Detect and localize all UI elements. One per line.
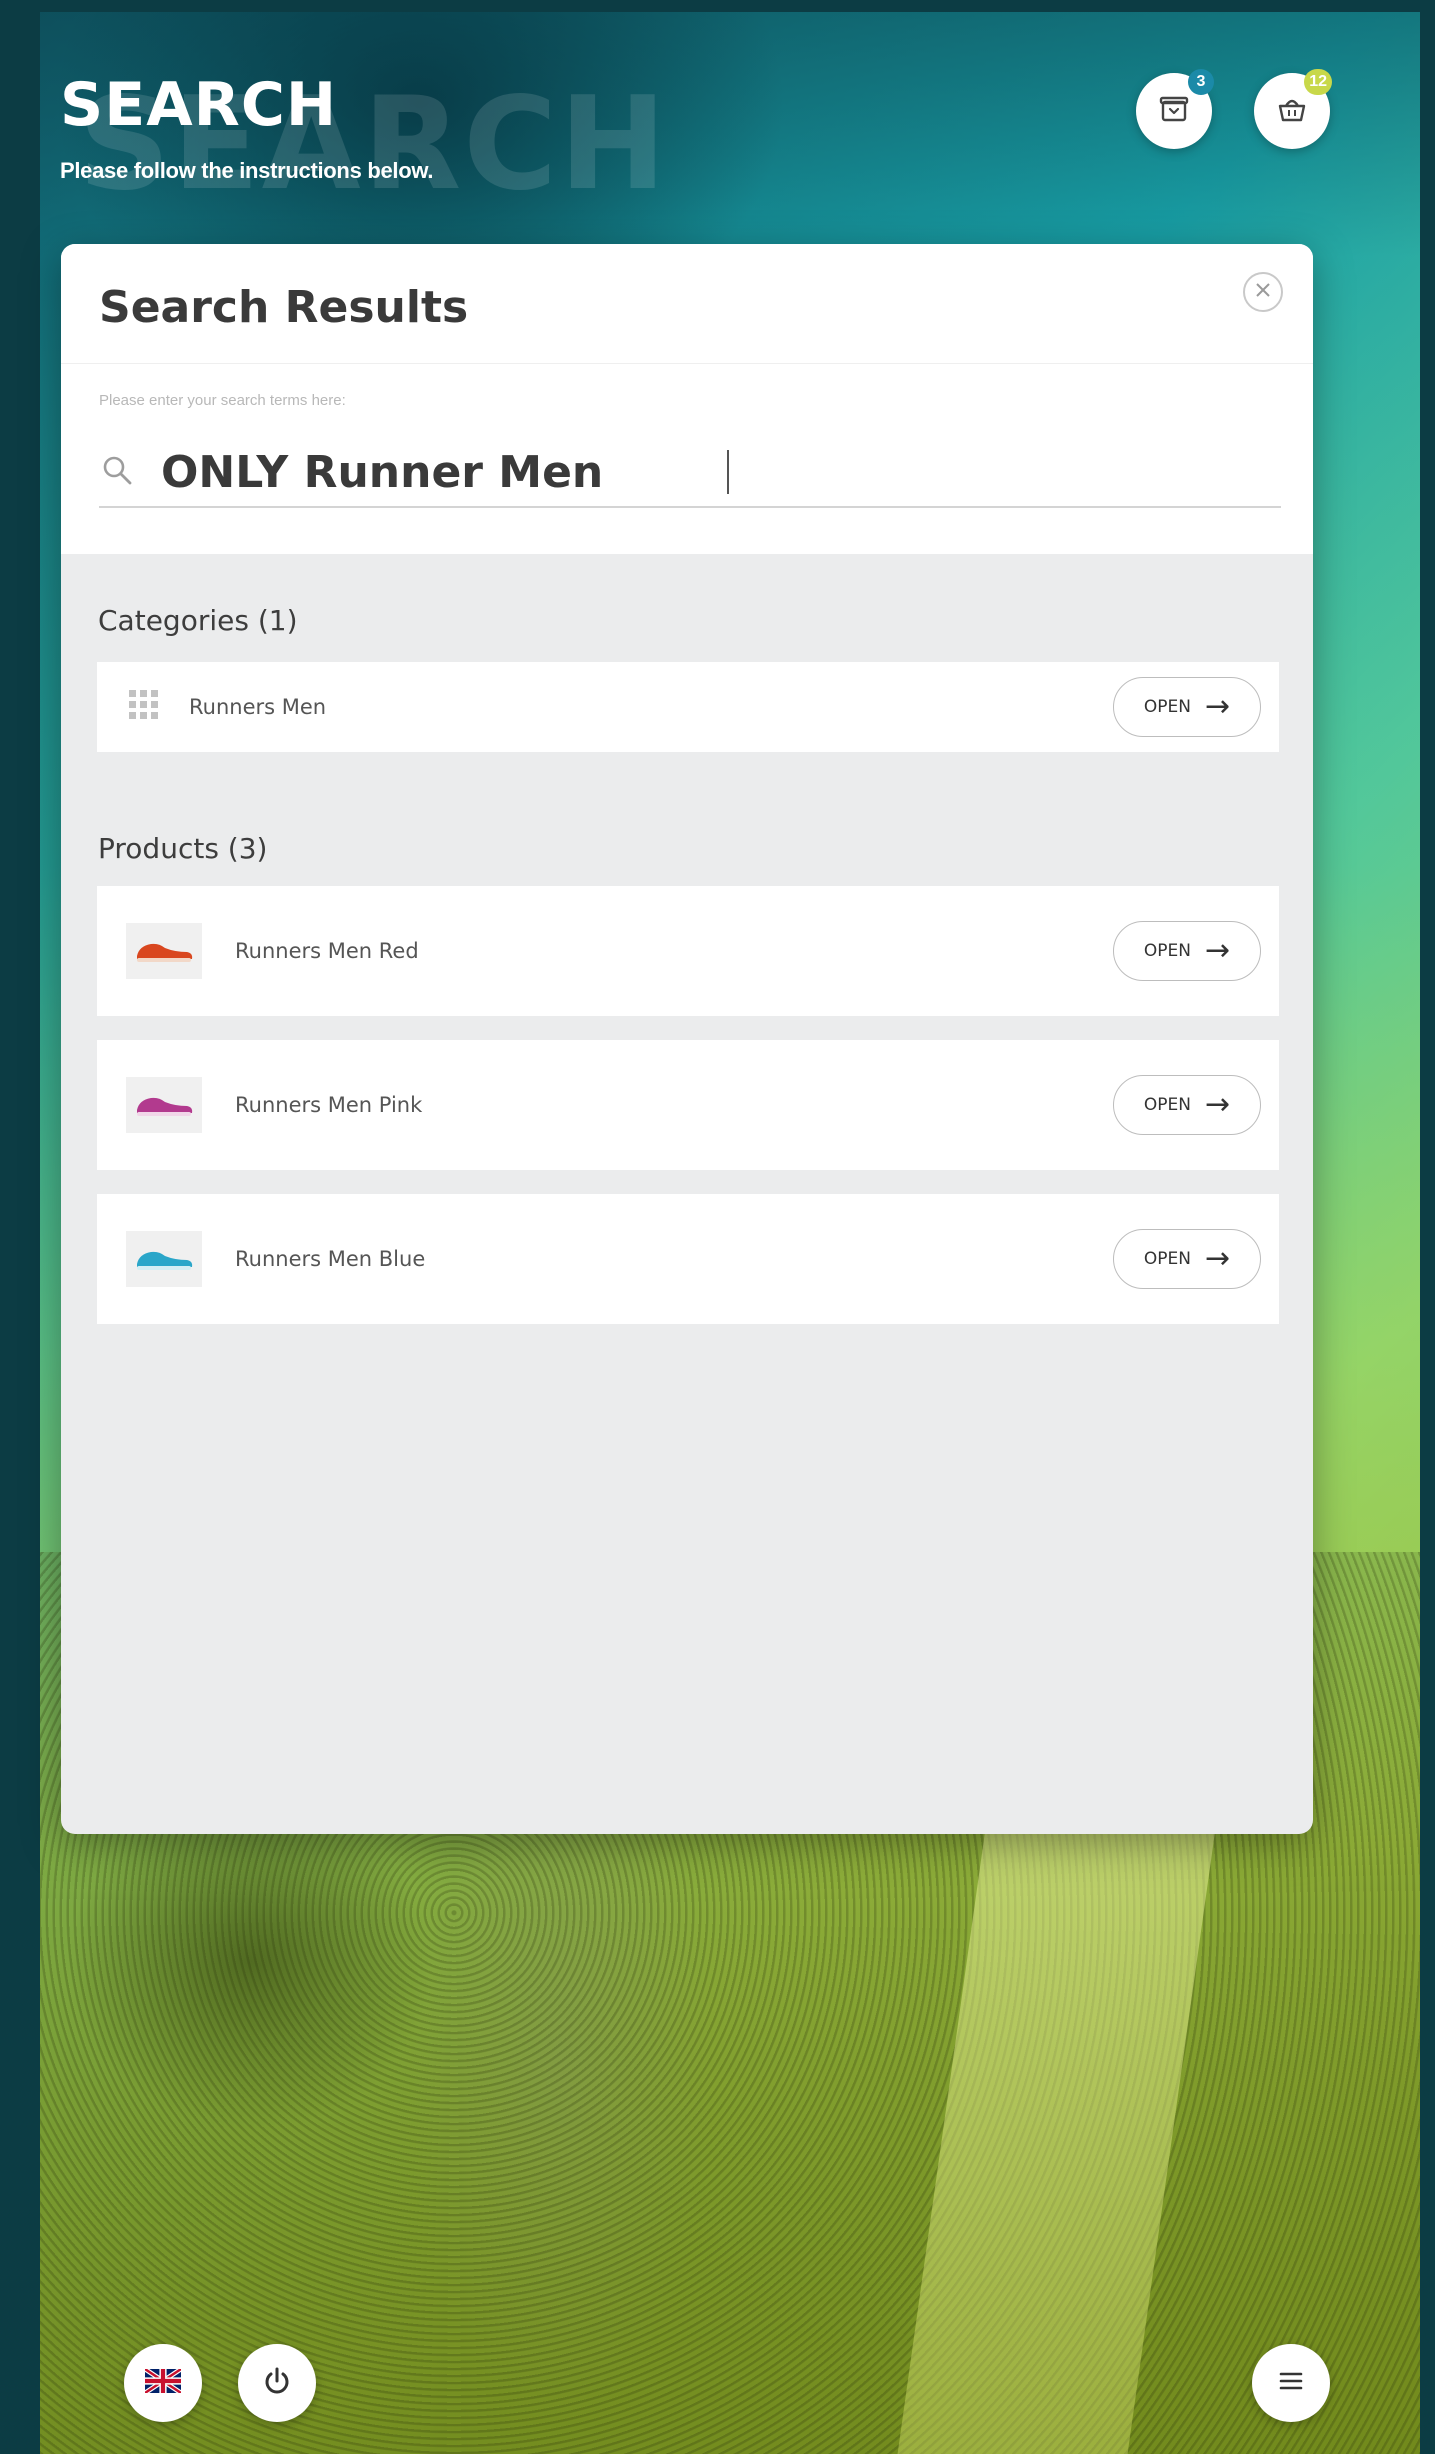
category-label: Runners Men (189, 695, 327, 719)
open-label: OPEN (1143, 1095, 1191, 1115)
wishlist-box-icon (1157, 92, 1191, 131)
shoe-pink-icon (137, 1097, 193, 1116)
uk-flag-icon (143, 2366, 183, 2398)
category-row[interactable]: Runners Men OPEN → (97, 662, 1279, 752)
cart-count-badge: 12 (1304, 69, 1332, 95)
open-label: OPEN (1143, 697, 1191, 717)
page-title: SEARCH (60, 70, 338, 140)
open-category-button[interactable]: OPEN → (1113, 677, 1261, 737)
search-box: Please enter your search terms here: (61, 364, 1313, 554)
product-label: Runners Men Blue (235, 1247, 426, 1271)
open-label: OPEN (1143, 1249, 1191, 1269)
arrow-right-icon: → (1204, 1087, 1231, 1122)
categories-heading: Categories (1) (98, 604, 298, 637)
arrow-right-icon: → (1204, 689, 1231, 724)
shoe-red-icon (137, 943, 193, 962)
product-row[interactable]: Runners Men Blue OPEN → (97, 1194, 1279, 1324)
text-caret (727, 450, 729, 494)
close-icon (1254, 281, 1272, 304)
wishlist-button[interactable]: 3 (1136, 69, 1214, 149)
basket-icon (1275, 92, 1309, 131)
open-label: OPEN (1143, 941, 1191, 961)
open-product-button[interactable]: OPEN → (1113, 1229, 1261, 1289)
page-subtitle: Please follow the instructions below. (60, 158, 434, 183)
product-thumbnail (126, 1231, 202, 1287)
open-product-button[interactable]: OPEN → (1113, 1075, 1261, 1135)
product-label: Runners Men Red (235, 939, 419, 963)
search-icon (99, 452, 135, 493)
grid-icon (127, 688, 161, 727)
products-heading: Products (3) (98, 832, 268, 865)
close-button[interactable] (1243, 272, 1283, 312)
hamburger-menu-icon (1277, 2369, 1305, 2398)
shoe-blue-icon (137, 1251, 193, 1270)
arrow-right-icon: → (1204, 1241, 1231, 1276)
power-icon (261, 2365, 293, 2402)
cart-button[interactable]: 12 (1254, 69, 1332, 149)
product-row[interactable]: Runners Men Red OPEN → (97, 886, 1279, 1016)
search-field[interactable] (99, 438, 1281, 508)
search-input[interactable] (161, 446, 721, 498)
product-row[interactable]: Runners Men Pink OPEN → (97, 1040, 1279, 1170)
panel-header: Search Results (61, 244, 1313, 364)
panel-title: Search Results (99, 282, 469, 333)
product-label: Runners Men Pink (235, 1093, 423, 1117)
arrow-right-icon: → (1204, 933, 1231, 968)
product-thumbnail (126, 923, 202, 979)
power-button[interactable] (238, 2344, 316, 2422)
search-results-panel: Search Results Please enter your search … (61, 244, 1313, 1834)
wishlist-count-badge: 3 (1188, 69, 1214, 95)
language-button[interactable] (124, 2344, 202, 2422)
search-hint: Please enter your search terms here: (99, 392, 346, 409)
product-thumbnail (126, 1077, 202, 1133)
menu-button[interactable] (1252, 2344, 1330, 2422)
open-product-button[interactable]: OPEN → (1113, 921, 1261, 981)
